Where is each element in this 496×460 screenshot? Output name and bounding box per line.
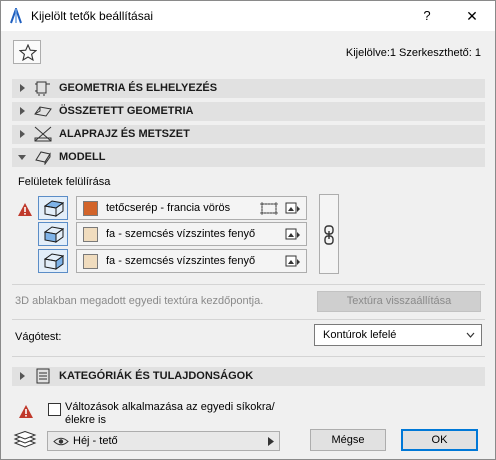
close-button[interactable]: ✕ xyxy=(457,6,487,26)
material-name: fa - szemcsés vízszintes fenyő xyxy=(106,255,256,267)
caret-right-icon xyxy=(268,437,274,446)
link-materials-button[interactable] xyxy=(319,194,339,274)
window-title: Kijelölt tetők beállításai xyxy=(31,9,154,23)
reset-texture-button[interactable]: Textúra visszaállítása xyxy=(317,291,481,312)
material-picker-icon[interactable] xyxy=(285,201,301,216)
layer-select[interactable]: Héj - tető xyxy=(47,431,280,451)
section-label: ALAPRAJZ ÉS METSZET xyxy=(59,128,190,140)
material-row-side[interactable]: fa - szemcsés vízszintes fenyő xyxy=(76,222,307,246)
material-swatch xyxy=(83,254,98,269)
side-surface-button[interactable] xyxy=(38,222,68,246)
warning-icon xyxy=(18,203,32,216)
bottom-surface-button[interactable] xyxy=(38,249,68,273)
texture-alignment-icon[interactable] xyxy=(259,201,279,216)
list-icon xyxy=(36,368,50,384)
title-bar: Kijelölt tetők beállításai ? ✕ xyxy=(1,1,495,31)
section-label: MODELL xyxy=(59,151,106,163)
model-icon xyxy=(35,151,51,165)
bottom-face-icon xyxy=(44,253,64,270)
material-picker-icon[interactable] xyxy=(285,227,301,242)
help-button[interactable]: ? xyxy=(413,6,441,26)
section-label: ÖSSZETETT GEOMETRIA xyxy=(59,105,194,117)
collapse-arrow-icon xyxy=(18,155,26,160)
chevron-down-icon xyxy=(466,332,475,338)
dialog-window: Kijelölt tetők beállításai ? ✕ Kijelölve… xyxy=(0,0,496,460)
apply-to-faces-checkbox[interactable] xyxy=(48,403,61,416)
section-label: KATEGÓRIÁK ÉS TULAJDONSÁGOK xyxy=(59,370,254,382)
floor-plan-section-icon xyxy=(34,126,52,142)
side-face-icon xyxy=(44,226,64,243)
divider xyxy=(12,356,485,357)
surfaces-override-label: Felületek felülírása xyxy=(18,176,111,188)
material-swatch xyxy=(83,227,98,242)
star-icon xyxy=(19,44,37,61)
section-label: GEOMETRIA ÉS ELHELYEZÉS xyxy=(59,82,218,94)
layer-value: Héj - tető xyxy=(73,435,118,447)
divider xyxy=(12,284,485,285)
cancel-button[interactable]: Mégse xyxy=(310,429,386,451)
top-face-icon xyxy=(44,200,64,217)
material-name: tetőcserép - francia vörös xyxy=(106,202,231,214)
divider xyxy=(12,319,485,320)
selection-info: Kijelölve:1 Szerkeszthető: 1 xyxy=(345,47,481,59)
cut-body-value: Kontúrok lefelé xyxy=(323,329,397,341)
cut-body-select[interactable]: Kontúrok lefelé xyxy=(314,324,482,346)
chain-link-icon xyxy=(324,225,334,245)
geometry-icon xyxy=(35,81,50,96)
top-surface-button[interactable] xyxy=(38,196,68,220)
material-swatch xyxy=(83,201,98,216)
layers-icon xyxy=(13,431,37,448)
material-name: fa - szemcsés vízszintes fenyő xyxy=(106,228,256,240)
cut-body-label: Vágótest: xyxy=(15,331,62,343)
expand-arrow-icon xyxy=(20,84,25,92)
apply-to-faces-label: Változások alkalmazása az egyedi síkokra… xyxy=(65,401,275,426)
material-row-top[interactable]: tetőcserép - francia vörös xyxy=(76,196,307,220)
complex-geometry-icon xyxy=(34,106,52,117)
section-categories-properties[interactable]: KATEGÓRIÁK ÉS TULAJDONSÁGOK xyxy=(12,367,485,386)
section-geometry-placement[interactable]: GEOMETRIA ÉS ELHELYEZÉS xyxy=(12,79,485,98)
expand-arrow-icon xyxy=(20,107,25,115)
material-picker-icon[interactable] xyxy=(285,254,301,269)
material-row-bottom[interactable]: fa - szemcsés vízszintes fenyő xyxy=(76,249,307,273)
favorites-button[interactable] xyxy=(13,40,41,64)
ok-button[interactable]: OK xyxy=(401,429,478,451)
section-complex-geometry[interactable]: ÖSSZETETT GEOMETRIA xyxy=(12,102,485,121)
warning-icon xyxy=(19,405,33,418)
section-floor-plan-section[interactable]: ALAPRAJZ ÉS METSZET xyxy=(12,125,485,144)
section-model[interactable]: MODELL xyxy=(12,148,485,167)
expand-arrow-icon xyxy=(20,130,25,138)
archicad-app-icon xyxy=(10,8,22,24)
eye-icon xyxy=(53,437,69,446)
texture-origin-label: 3D ablakban megadott egyedi textúra kezd… xyxy=(15,295,264,307)
expand-arrow-icon xyxy=(20,372,25,380)
